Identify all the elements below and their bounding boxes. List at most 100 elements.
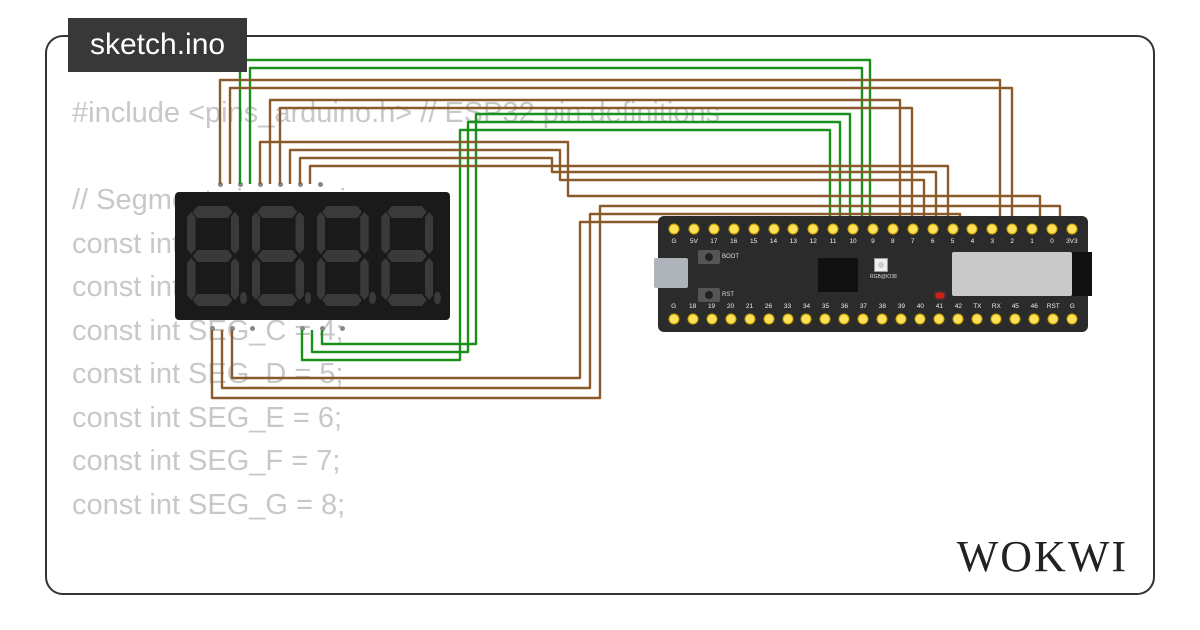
antenna-icon bbox=[1072, 252, 1092, 296]
boot-label: BOOT bbox=[722, 254, 739, 260]
gpio-pin[interactable] bbox=[726, 220, 742, 238]
digit-3 bbox=[317, 206, 374, 306]
pin-label: 33 bbox=[780, 303, 795, 310]
gpio-pin[interactable] bbox=[818, 310, 833, 328]
pin-label: 34 bbox=[799, 303, 814, 310]
pin-label: 4 bbox=[964, 238, 980, 245]
gpio-pin[interactable] bbox=[666, 220, 682, 238]
pin-label: 3V3 bbox=[1064, 238, 1080, 245]
gpio-pin[interactable] bbox=[785, 220, 801, 238]
pin-label: RST bbox=[1046, 303, 1061, 310]
gpio-pin[interactable] bbox=[666, 310, 681, 328]
gpio-pin[interactable] bbox=[825, 220, 841, 238]
gpio-pin[interactable] bbox=[706, 220, 722, 238]
reset-button[interactable] bbox=[698, 288, 720, 302]
pin-label: 14 bbox=[765, 238, 781, 245]
pin-label: 15 bbox=[746, 238, 762, 245]
gpio-pin[interactable] bbox=[875, 310, 890, 328]
usb-port-icon bbox=[654, 258, 688, 288]
pin-label: 26 bbox=[761, 303, 776, 310]
file-tab[interactable]: sketch.ino bbox=[68, 18, 247, 72]
pin-label: 17 bbox=[706, 238, 722, 245]
gpio-pin[interactable] bbox=[970, 310, 985, 328]
gpio-pin[interactable] bbox=[686, 220, 702, 238]
pin-label: RX bbox=[989, 303, 1004, 310]
pin-label: 7 bbox=[905, 238, 921, 245]
pin-label: 45 bbox=[1008, 303, 1023, 310]
seven-segment-display[interactable] bbox=[175, 192, 450, 320]
rgb-label: RGB@IO38 bbox=[870, 274, 897, 280]
pin-label: 10 bbox=[845, 238, 861, 245]
pin-label: 5 bbox=[944, 238, 960, 245]
pin-label: 13 bbox=[785, 238, 801, 245]
gpio-pin[interactable] bbox=[944, 220, 960, 238]
logo-text: WOKWI bbox=[957, 532, 1128, 581]
gpio-pin[interactable] bbox=[765, 220, 781, 238]
gpio-pin[interactable] bbox=[856, 310, 871, 328]
pin-labels-bottom: G181920212633343536373839404142TXRX4546R… bbox=[664, 303, 1082, 310]
code-line: #include <pins_arduino.h> // ESP32 pin d… bbox=[72, 97, 720, 129]
gpio-pin[interactable] bbox=[780, 310, 795, 328]
gpio-pin[interactable] bbox=[761, 310, 776, 328]
esp32-board[interactable]: G5V171615141312111098765432103V3 G181920… bbox=[658, 216, 1088, 332]
pin-label: 19 bbox=[704, 303, 719, 310]
pin-label: 38 bbox=[875, 303, 890, 310]
gpio-pin[interactable] bbox=[894, 310, 909, 328]
gpio-pin[interactable] bbox=[984, 220, 1000, 238]
pin-label: 21 bbox=[742, 303, 757, 310]
power-led-icon bbox=[936, 293, 944, 298]
gpio-pin[interactable] bbox=[913, 310, 928, 328]
pin-label: 46 bbox=[1027, 303, 1042, 310]
gpio-pin[interactable] bbox=[805, 220, 821, 238]
code-line: const int SEG_D = 5; bbox=[72, 358, 344, 390]
gpio-pin[interactable] bbox=[885, 220, 901, 238]
gpio-pin[interactable] bbox=[837, 310, 852, 328]
gpio-pin[interactable] bbox=[1046, 310, 1061, 328]
gpio-pin[interactable] bbox=[964, 220, 980, 238]
gpio-pin[interactable] bbox=[865, 220, 881, 238]
gpio-pin[interactable] bbox=[951, 310, 966, 328]
gpio-pin[interactable] bbox=[925, 220, 941, 238]
pin-label: 36 bbox=[837, 303, 852, 310]
rf-shield-icon bbox=[952, 252, 1072, 296]
reset-label: RST bbox=[722, 292, 734, 298]
gpio-pin[interactable] bbox=[742, 310, 757, 328]
digit-4 bbox=[381, 206, 438, 306]
code-line: const int SEG_F = 7; bbox=[72, 445, 340, 477]
gpio-pin[interactable] bbox=[1008, 310, 1023, 328]
gpio-pin[interactable] bbox=[1044, 220, 1060, 238]
gpio-pin[interactable] bbox=[723, 310, 738, 328]
pin-label: 0 bbox=[1044, 238, 1060, 245]
pin-label: 2 bbox=[1004, 238, 1020, 245]
pin-label: 41 bbox=[932, 303, 947, 310]
pin-header-bottom bbox=[664, 310, 1082, 328]
pin-label: 5V bbox=[686, 238, 702, 245]
boot-button[interactable] bbox=[698, 250, 720, 264]
gpio-pin[interactable] bbox=[989, 310, 1004, 328]
code-line: const int SEG_G = 8; bbox=[72, 489, 345, 521]
gpio-pin[interactable] bbox=[845, 220, 861, 238]
gpio-pin[interactable] bbox=[704, 310, 719, 328]
gpio-pin[interactable] bbox=[1064, 220, 1080, 238]
gpio-pin[interactable] bbox=[799, 310, 814, 328]
pin-label: 35 bbox=[818, 303, 833, 310]
gpio-pin[interactable] bbox=[932, 310, 947, 328]
pin-label: 1 bbox=[1024, 238, 1040, 245]
pin-label: G bbox=[1065, 303, 1080, 310]
gpio-pin[interactable] bbox=[1065, 310, 1080, 328]
gpio-pin[interactable] bbox=[1027, 310, 1042, 328]
pin-label: 40 bbox=[913, 303, 928, 310]
gpio-pin[interactable] bbox=[685, 310, 700, 328]
pin-label: 16 bbox=[726, 238, 742, 245]
pin-label: 9 bbox=[865, 238, 881, 245]
pin-label: 20 bbox=[723, 303, 738, 310]
pin-label: 37 bbox=[856, 303, 871, 310]
gpio-pin[interactable] bbox=[746, 220, 762, 238]
pin-label: G bbox=[666, 303, 681, 310]
gpio-pin[interactable] bbox=[905, 220, 921, 238]
gpio-pin[interactable] bbox=[1004, 220, 1020, 238]
pin-label: 8 bbox=[885, 238, 901, 245]
gpio-pin[interactable] bbox=[1024, 220, 1040, 238]
pin-label: TX bbox=[970, 303, 985, 310]
code-line: const int SEG_E = 6; bbox=[72, 402, 342, 434]
